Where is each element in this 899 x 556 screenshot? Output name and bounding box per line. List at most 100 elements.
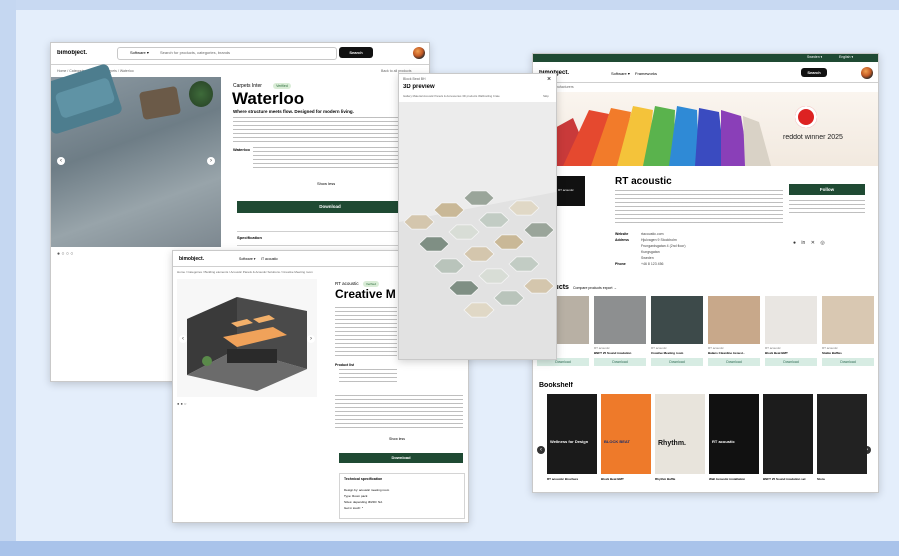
contact-label: Phone [615,262,626,266]
product-thumbnail[interactable] [708,296,760,344]
contact-value[interactable]: Kungsgatan [641,250,660,254]
book-cover[interactable] [763,394,813,474]
language-select[interactable]: English ▾ [839,55,853,59]
product-download-button[interactable]: Download [651,358,703,366]
book-caption[interactable]: RT acoustic Brochure [547,477,597,481]
tech-spec-row: Sizes: depending 3D/2D: NA [344,500,383,504]
product-card[interactable]: RT acoustic Block Beat BMT Download [765,296,817,370]
avatar[interactable] [413,47,425,59]
search-button[interactable]: Search [339,47,373,58]
contact-value[interactable]: +46 8 123 456 [641,262,663,266]
company-logo[interactable]: RT acoustic [555,176,585,206]
contact-value[interactable]: Sweden [641,256,654,260]
show-more-link[interactable]: Show less [389,437,405,441]
book-cover[interactable]: BLOCK BEAT [601,394,651,474]
book-card[interactable]: RT acoustic Wall Acoustic installation [709,394,759,490]
product-image-room[interactable]: ‹ › [177,279,317,397]
book-cover[interactable]: Rhythm. [655,394,705,474]
contact-value[interactable]: rtacoustic.com [641,232,664,236]
description-paragraph-2 [335,395,463,429]
book-cover[interactable]: RT acoustic [709,394,759,474]
product-name[interactable]: BNFT 25 Sound insulation [594,351,646,355]
search-bar[interactable]: Software ▾ Search for products, categori… [117,47,337,60]
product-download-button[interactable]: Download [765,358,817,366]
preview-product-name: Block Beat BH [403,77,426,81]
product-card[interactable]: RT acoustic BNFT 25 Sound insulation Downl… [594,296,646,370]
nav-software[interactable]: Software ▾ [611,71,630,76]
follow-button[interactable]: Follow [789,184,865,195]
social-icons: ● in ✕ ◎ [793,240,825,246]
product-card[interactable]: RT acoustic Stable Baffles Download [822,296,874,370]
show-more-link[interactable]: Show less [317,181,335,186]
carousel-dots[interactable]: ● ○ ○ ○ [57,251,73,257]
breadcrumb[interactable]: Home / Categories / Building elements / … [177,270,377,274]
award-text: reddot winner 2025 [783,134,843,141]
product-name[interactable]: Stable Baffles [822,351,874,355]
products-compare-link[interactable]: Compare products export → [573,286,617,290]
contact-value[interactable]: Frungardsgatan 4 (2nd floor) [641,244,686,248]
contact-value[interactable]: Hjulvagen 9 Stockholm [641,238,677,242]
nav-frameworks[interactable]: Frameworks [635,71,657,76]
product-thumbnail[interactable] [594,296,646,344]
facebook-icon[interactable]: ● [793,240,796,246]
carousel-dots[interactable]: ● ● ○ [177,401,186,406]
carousel-prev-icon[interactable]: ‹ [179,335,187,343]
instagram-icon[interactable]: ◎ [820,240,824,246]
preview-skip[interactable]: Skip [543,94,549,98]
book-card[interactable]: Wellness for Design RT acoustic Brochure [547,394,597,490]
book-caption[interactable]: Block Beat BMT [601,477,651,481]
product-name[interactable]: Creative Meeting room [651,351,703,355]
product-card[interactable]: RT acoustic Creative Meeting room Download [651,296,703,370]
close-icon[interactable]: × [547,76,551,83]
spec-heading[interactable]: Specification [237,235,262,240]
product-thumbnail[interactable] [822,296,874,344]
carousel-next-icon[interactable]: › [207,157,215,165]
twitter-icon[interactable]: ✕ [811,240,815,246]
product-name[interactable]: Balans Cleanline Acoust.. [708,351,760,355]
book-caption[interactable]: Stora [817,477,867,481]
book-caption[interactable]: Wall Acoustic installation [709,477,759,481]
hexagon-panels-render[interactable] [399,102,556,359]
nav-brands[interactable]: IT acoustic [261,257,278,261]
download-button[interactable]: Download [237,201,423,213]
carousel-prev-icon[interactable]: ‹ [57,157,65,165]
search-button[interactable]: Search [801,68,827,77]
contact-label: Website [615,232,629,236]
product-image-carpet[interactable]: ‹ › [51,62,221,247]
book-caption[interactable]: Rhythm Baffle [655,477,705,481]
search-input[interactable]: Search for products, categories, brands [160,50,280,55]
download-button[interactable]: Download [339,453,463,463]
avatar[interactable] [861,67,873,79]
product-name[interactable]: Block Beat BMT [765,351,817,355]
product-download-button[interactable]: Download [594,358,646,366]
hexagon-panel [463,190,495,206]
contact-details: Website rtacoustic.com Address Hjulvagen 9 … [615,232,775,272]
carousel-next-icon[interactable]: › [307,335,315,343]
product-download-button[interactable]: Download [822,358,874,366]
book-card[interactable]: BNFT 25 Sound insulation set [763,394,813,490]
product-thumbnail[interactable] [765,296,817,344]
background-frame-bottom [0,541,899,556]
brand-logo[interactable]: bimobject. [57,50,87,56]
brand-logo[interactable]: bimobject. [179,256,204,262]
top-bar: Sweden ▾ English ▾ [533,54,878,62]
product-thumbnail[interactable] [651,296,703,344]
book-cover[interactable] [817,394,867,474]
book-card[interactable]: Rhythm. Rhythm Baffle [655,394,705,490]
book-cover[interactable]: Wellness for Design [547,394,597,474]
book-card[interactable]: Stora [817,394,867,490]
region-select[interactable]: Sweden ▾ [807,55,822,59]
search-scope[interactable]: Software ▾ [130,50,149,55]
product-download-button[interactable]: Download [708,358,760,366]
book-caption[interactable]: BNFT 25 Sound insulation set [763,477,813,481]
tech-spec-box[interactable]: Technical specification Design by: acous… [339,473,465,519]
description-highlight: Waterloo [233,147,250,152]
product-card[interactable]: RT acoustic Balans Cleanline Acoust.. Down… [708,296,760,370]
product-brand[interactable]: RT acoustic [335,281,359,286]
room-render-art [187,297,307,391]
preview-toolbar[interactable]: Gallery Material Acoustic Panels & Acces… [403,94,529,98]
linkedin-icon[interactable]: in [801,240,805,246]
nav-software[interactable]: Software ▾ [239,257,256,261]
book-card[interactable]: BLOCK BEAT Block Beat BMT [601,394,651,490]
header-divider [533,82,878,83]
